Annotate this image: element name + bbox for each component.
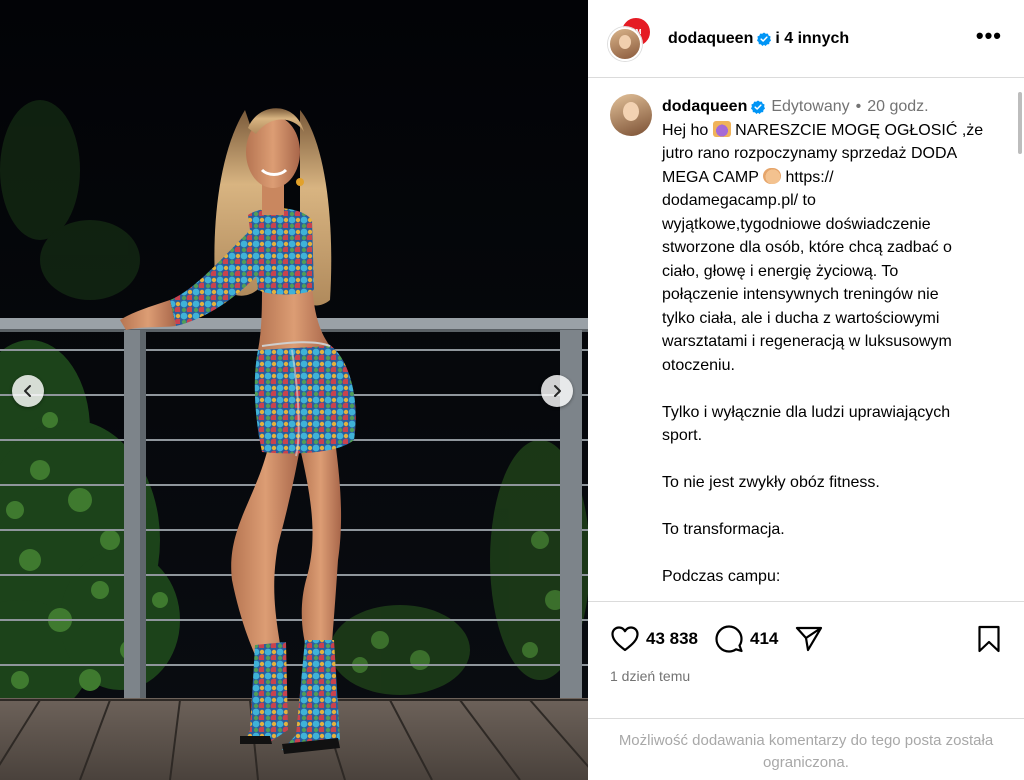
caption-line: tylko ciała, ale i ducha z wartościowymi <box>662 309 940 327</box>
post-header: DM dodaqueen i 4 innych ••• <box>588 0 1024 78</box>
heart-icon <box>611 626 639 652</box>
comments-disabled-notice: Możliwość dodawania komentarzy do tego p… <box>588 718 1024 780</box>
raising-hands-emoji <box>712 120 731 137</box>
chevron-right-icon <box>554 385 561 397</box>
caption-line: Hej ho NARESZCIE MOGĘ OGŁOSIĆ ,że <box>662 120 984 139</box>
comment-button[interactable] <box>714 624 744 654</box>
comment-icon <box>715 625 743 653</box>
photo-scene <box>0 0 588 780</box>
more-icon: ••• <box>975 23 1002 48</box>
caption-line: To transformacja. <box>662 521 785 538</box>
caption-author-avatar[interactable] <box>610 94 652 136</box>
carousel-next-button[interactable] <box>541 375 573 407</box>
caption-line: sport. <box>662 427 703 444</box>
caption-line: ciało, głowę i energię życiową. To <box>662 262 899 280</box>
caption-meta: dodaqueen Edytowany • 20 godz. <box>662 95 1007 119</box>
caption-line: połączenie intensywnych treningów nie <box>662 286 939 303</box>
collaborators-link[interactable]: i 4 innych <box>775 30 849 48</box>
bookmark-icon <box>978 625 1000 653</box>
camp-link[interactable]: https:// <box>786 169 834 186</box>
caption-line: To nie jest zwykły obóz fitness. <box>662 474 880 491</box>
carousel-prev-button[interactable] <box>12 375 44 407</box>
caption-line: Tylko i wyłącznie dla ludzi uprawiającyc… <box>662 403 951 421</box>
verified-icon <box>757 31 772 46</box>
author-username[interactable]: dodaqueen <box>668 30 753 48</box>
share-icon <box>796 626 823 652</box>
caption-line: Podczas campu: <box>662 568 781 585</box>
chevron-left-icon <box>24 385 31 397</box>
edited-label: Edytowany <box>771 98 850 115</box>
caption-line[interactable]: dodamegacamp.pl/ to <box>662 189 1007 213</box>
like-button[interactable] <box>610 624 640 654</box>
comments-count[interactable]: 414 <box>750 629 778 649</box>
caption-line: stworzone dla osób, które chcą zadbać o <box>662 239 952 256</box>
post-time[interactable]: 20 godz. <box>867 95 928 119</box>
caption-line: otoczeniu. <box>662 356 735 374</box>
caption-line: jutro rano rozpoczynamy sprzedaż DODA <box>662 145 958 162</box>
post-actions: 43 838 414 1 dzień temu <box>588 601 1024 718</box>
meta-separator: • <box>855 98 862 115</box>
likes-count[interactable]: 43 838 <box>646 629 698 649</box>
caption-username[interactable]: dodaqueen <box>662 95 747 119</box>
post-side-panel: DM dodaqueen i 4 innych ••• dodaqueen Ed… <box>588 0 1024 780</box>
action-row: 43 838 414 <box>610 624 1004 654</box>
post-photo[interactable] <box>0 0 588 780</box>
caption-scroll-area[interactable]: dodaqueen Edytowany • 20 godz. Hej ho NA… <box>588 78 1024 601</box>
caption: dodaqueen Edytowany • 20 godz. Hej ho NA… <box>662 95 1007 589</box>
flexed-biceps-emoji <box>763 167 782 184</box>
author-avatar[interactable] <box>608 26 642 61</box>
more-options-button[interactable]: ••• <box>975 23 1002 48</box>
post-date[interactable]: 1 dzień temu <box>610 668 690 684</box>
caption-scrollbar[interactable] <box>1018 92 1022 154</box>
caption-line: wyjątkowe,tygodniowe doświadczenie <box>662 215 931 233</box>
caption-line: MEGA CAMP https:// <box>662 167 834 186</box>
share-button[interactable] <box>794 624 824 654</box>
verified-icon <box>751 100 766 114</box>
caption-line: warsztatami i regeneracją w luksusowym <box>662 333 952 350</box>
save-button[interactable] <box>974 624 1004 654</box>
